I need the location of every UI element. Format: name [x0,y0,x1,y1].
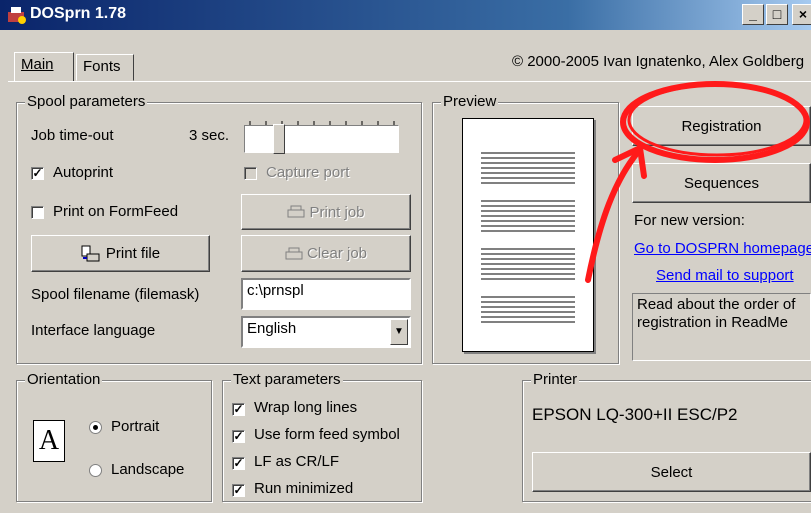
printer-legend: Printer [531,371,580,388]
interface-language-value: English [247,320,297,337]
orientation-legend: Orientation [25,371,103,388]
use-form-feed-checkbox[interactable]: ✓ [232,430,245,443]
landscape-label: Landscape [111,461,185,478]
capture-port-checkbox[interactable] [244,167,257,180]
chevron-down-icon[interactable]: ▼ [390,319,408,345]
lf-as-crlf-label: LF as CR/LF [254,453,340,470]
wrap-long-lines-label: Wrap long lines [254,399,358,416]
use-form-feed-label: Use form feed symbol [254,426,400,443]
printer-name: EPSON LQ-300+II ESC/P2 [532,405,738,424]
app-icon [8,7,26,24]
autoprint-checkbox[interactable]: ✓ [31,167,44,180]
job-timeout-value: 3 sec. [189,127,230,144]
title-bar[interactable]: DOSprn 1.78 _ □ × [0,0,811,30]
spool-parameters-legend: Spool parameters [25,93,148,110]
clear-job-button[interactable]: Clear job [241,235,411,272]
interface-language-select[interactable]: English ▼ [241,316,411,348]
landscape-radio[interactable] [89,464,102,477]
portrait-label: Portrait [111,418,160,435]
tab-fonts-label: Fonts [83,58,121,75]
job-timeout-label: Job time-out [31,127,114,144]
clear-job-label: Clear job [306,245,368,262]
select-printer-button[interactable]: Select [532,452,811,492]
dosprn-window: DOSprn 1.78 _ □ × Main Fonts © 2000-2005… [0,0,811,513]
interface-language-label: Interface language [31,322,156,339]
wrap-long-lines-checkbox[interactable]: ✓ [232,403,245,416]
print-on-formfeed-checkbox[interactable] [31,206,44,219]
run-minimized-label: Run minimized [254,480,354,497]
print-file-button[interactable]: Print file [31,235,210,272]
run-minimized-checkbox[interactable]: ✓ [232,484,245,497]
print-file-icon [81,245,100,261]
portrait-page-icon: A [33,420,65,462]
print-job-button[interactable]: Print job [241,194,411,230]
autoprint-label: Autoprint [53,164,114,181]
slider-ticks [248,114,398,127]
tab-main[interactable]: Main [14,52,74,81]
preview-legend: Preview [441,93,499,110]
capture-port-label: Capture port [266,164,350,181]
select-printer-label: Select [650,463,693,481]
job-timeout-slider[interactable] [244,124,399,154]
window-title: DOSprn 1.78 [30,5,127,22]
lf-as-crlf-checkbox[interactable]: ✓ [232,457,245,470]
tab-fonts[interactable]: Fonts [76,54,134,81]
clear-job-icon [285,247,303,259]
printer-icon [287,205,305,218]
slider-thumb[interactable] [273,124,285,154]
red-annotation [585,81,810,283]
print-job-label: Print job [309,203,365,221]
spool-filename-field[interactable]: c:\prnspl [241,278,411,310]
close-button[interactable]: × [792,4,811,25]
maximize-button[interactable]: □ [766,4,788,25]
spool-filename-label: Spool filename (filemask) [31,286,200,303]
portrait-radio[interactable] [89,421,102,434]
print-file-label: Print file [105,245,161,262]
tab-main-label: Main [21,56,54,73]
readme-note-box: Read about the order of registration in … [632,293,811,361]
readme-note-text: Read about the order of registration in … [637,296,796,331]
text-parameters-legend: Text parameters [231,371,343,388]
print-on-formfeed-label: Print on FormFeed [53,203,179,220]
minimize-button[interactable]: _ [742,4,764,25]
